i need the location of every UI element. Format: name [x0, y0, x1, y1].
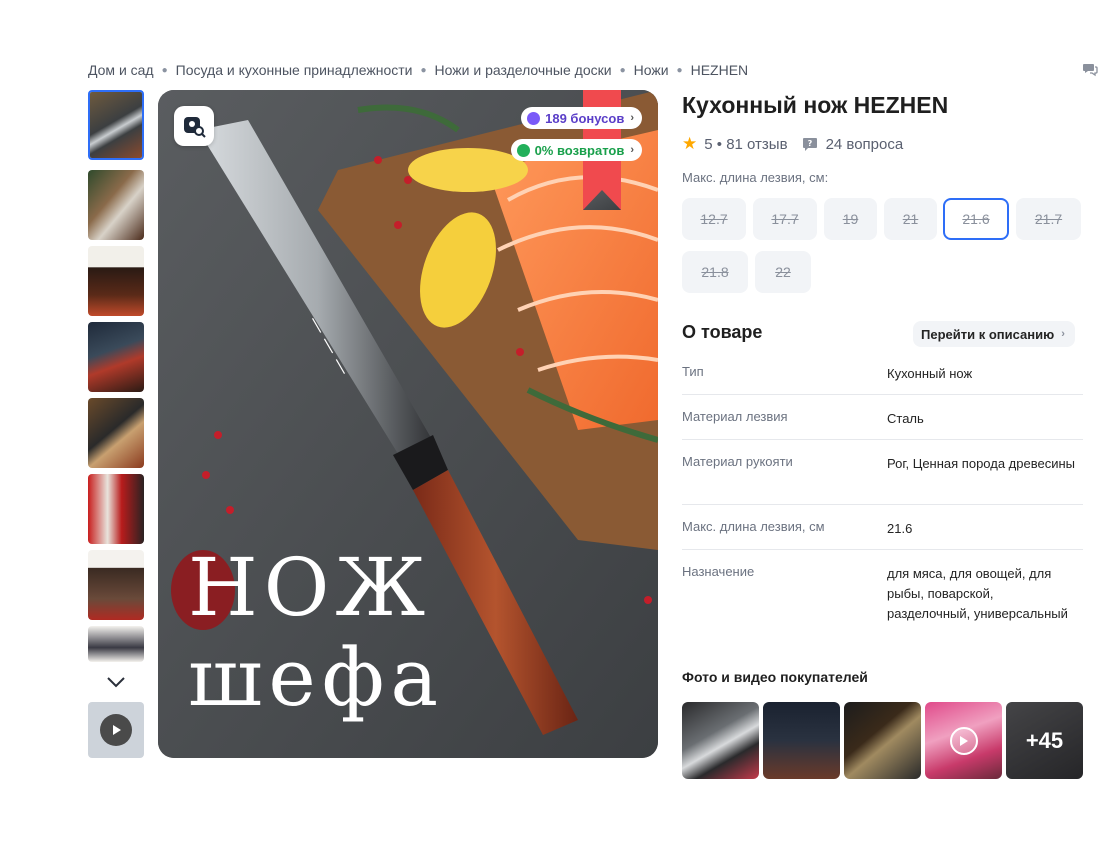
- blade-length-option[interactable]: 21: [884, 198, 937, 240]
- bonus-label: 189 бонусов: [545, 110, 625, 126]
- customer-photos-more[interactable]: +45: [1006, 702, 1083, 779]
- customer-photo[interactable]: [763, 702, 840, 779]
- thumbnail-8[interactable]: [88, 626, 144, 662]
- svg-text:?: ?: [807, 139, 812, 148]
- spec-row: Материал лезвия Сталь: [682, 395, 1083, 440]
- thumbnail-3[interactable]: [88, 246, 144, 316]
- go-to-description-label: Перейти к описанию: [921, 326, 1055, 342]
- customer-photo[interactable]: [682, 702, 759, 779]
- play-icon: [100, 714, 132, 746]
- chevron-down-icon[interactable]: [104, 670, 128, 694]
- spec-row: Макс. длина лезвия, см 21.6: [682, 505, 1083, 550]
- chat-icon[interactable]: [1082, 61, 1098, 77]
- spec-key: Материал рукояти: [682, 454, 793, 469]
- blade-length-option[interactable]: 12.7: [682, 198, 746, 240]
- thumbnail-6[interactable]: [88, 474, 144, 544]
- blade-length-option[interactable]: 21.8: [682, 251, 748, 293]
- product-title: Кухонный нож HEZHEN: [682, 92, 949, 118]
- spec-key: Макс. длина лезвия, см: [682, 519, 825, 534]
- breadcrumb-separator: ●: [161, 64, 168, 76]
- about-title: О товаре: [682, 322, 763, 342]
- spec-row: Тип Кухонный нож: [682, 350, 1083, 395]
- chevron-right-icon: ›: [630, 112, 634, 124]
- thumbnail-7[interactable]: [88, 550, 144, 620]
- rating-separator: •: [712, 135, 727, 153]
- main-product-image[interactable]: — — — НОЖ шефа 189 бонусов › 0% возврато…: [158, 90, 658, 758]
- blade-length-option-selected[interactable]: 21.6: [943, 198, 1009, 240]
- questions-link[interactable]: 24 вопроса: [826, 136, 904, 153]
- breadcrumb-separator: ●: [619, 64, 626, 76]
- chevron-right-icon: ›: [1061, 328, 1065, 340]
- blade-length-option[interactable]: 17.7: [753, 198, 817, 240]
- spec-value: для мяса, для овощей, для рыбы, поварско…: [887, 566, 1068, 621]
- bonus-badge[interactable]: 189 бонусов ›: [521, 107, 642, 129]
- bonus-icon: [527, 111, 541, 125]
- more-photos-count: +45: [1006, 702, 1083, 779]
- blade-length-option[interactable]: 19: [824, 198, 877, 240]
- video-thumbnail[interactable]: [88, 702, 144, 758]
- question-icon: ?: [802, 138, 817, 151]
- breadcrumb-separator: ●: [420, 64, 427, 76]
- reviews-link[interactable]: 81 отзыв: [726, 136, 787, 153]
- thumbnail-4[interactable]: [88, 322, 144, 392]
- spec-value: 21.6: [887, 521, 913, 536]
- chevron-right-icon: ›: [630, 144, 634, 156]
- breadcrumb-item-knives[interactable]: Ножи: [634, 62, 669, 78]
- customer-video[interactable]: [925, 702, 1002, 779]
- breadcrumb-item-home-garden[interactable]: Дом и сад: [88, 62, 154, 78]
- rating-value[interactable]: 5: [704, 136, 712, 153]
- blade-length-label: Макс. длина лезвия, см:: [682, 170, 829, 185]
- spec-value: Кухонный нож: [887, 366, 973, 381]
- rating-row: ★ 5 • 81 отзыв ? 24 вопроса: [682, 134, 903, 154]
- returns-icon: [516, 143, 530, 157]
- image-search-icon: [184, 117, 206, 138]
- spec-key: Назначение: [682, 564, 755, 579]
- breadcrumb-item-brand[interactable]: HEZHEN: [691, 62, 749, 78]
- star-icon: ★: [682, 134, 698, 153]
- go-to-description-button[interactable]: Перейти к описанию ›: [913, 321, 1075, 347]
- spec-key: Тип: [682, 364, 704, 379]
- blade-length-option[interactable]: 21.7: [1016, 198, 1081, 240]
- thumbnail-5[interactable]: [88, 398, 144, 468]
- thumbnail-2[interactable]: [88, 170, 144, 240]
- customer-photos-title: Фото и видео покупателей: [682, 669, 868, 685]
- headline-line1: НОЖ: [188, 541, 432, 634]
- spec-row: Материал рукояти Рог, Ценная порода древ…: [682, 440, 1083, 505]
- spec-value: Рог, Ценная порода древесины: [887, 456, 1075, 471]
- spec-key: Материал лезвия: [682, 409, 788, 424]
- customer-photo[interactable]: [844, 702, 921, 779]
- returns-label: 0% возвратов: [534, 142, 625, 158]
- returns-badge[interactable]: 0% возвратов ›: [510, 139, 642, 161]
- visual-search-button[interactable]: [174, 106, 214, 146]
- spec-row: Назначение для мяса, для овощей, для рыб…: [682, 550, 1083, 650]
- play-icon: [949, 726, 978, 755]
- breadcrumb: Дом и сад ● Посуда и кухонные принадлежн…: [88, 62, 748, 78]
- breadcrumb-item-tableware[interactable]: Посуда и кухонные принадлежности: [176, 62, 413, 78]
- thumbnail-1[interactable]: [88, 90, 144, 160]
- breadcrumb-item-knives-boards[interactable]: Ножи и разделочные доски: [435, 62, 612, 78]
- headline-line2: шефа: [188, 631, 445, 724]
- blade-length-option[interactable]: 22: [755, 251, 811, 293]
- breadcrumb-separator: ●: [676, 64, 683, 76]
- spec-value: Сталь: [887, 411, 924, 426]
